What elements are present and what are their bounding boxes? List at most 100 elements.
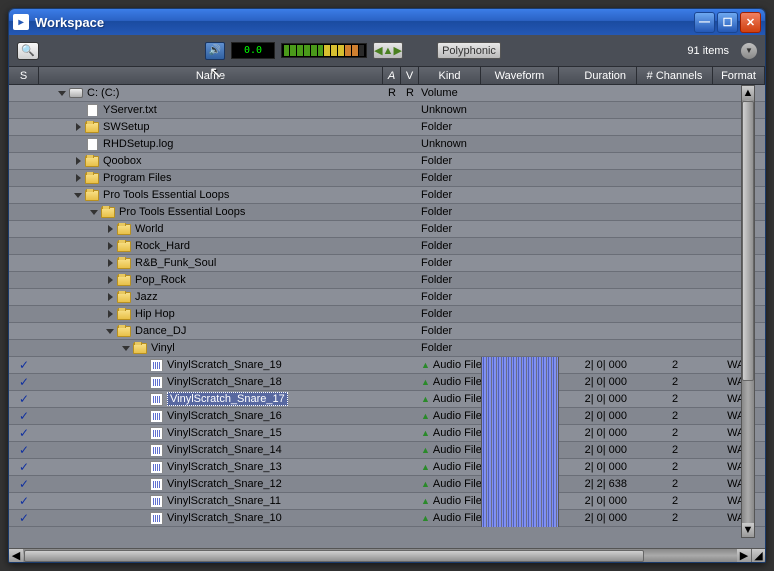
table-row[interactable]: QooboxFolder xyxy=(9,153,765,170)
col-kind[interactable]: Kind xyxy=(419,67,481,84)
scroll-down-button[interactable]: ▼ xyxy=(742,523,754,537)
scroll-up-button[interactable]: ▲ xyxy=(742,86,754,100)
disclosure-triangle[interactable] xyxy=(105,326,115,336)
close-button[interactable]: ✕ xyxy=(740,12,761,33)
minimize-button[interactable]: — xyxy=(694,12,715,33)
row-name-cell[interactable]: VinylScratch_Snare_14 xyxy=(39,444,383,456)
loop-button[interactable]: ◀▲▶ xyxy=(373,42,403,59)
col-v[interactable]: V xyxy=(401,67,419,84)
row-check[interactable]: ✓ xyxy=(9,511,39,525)
table-row[interactable]: SWSetupFolder xyxy=(9,119,765,136)
disclosure-triangle[interactable] xyxy=(105,241,115,251)
disclosure-triangle[interactable] xyxy=(73,156,83,166)
table-row[interactable]: RHDSetup.logUnknown xyxy=(9,136,765,153)
row-waveform[interactable] xyxy=(481,476,559,493)
disclosure-triangle[interactable] xyxy=(73,173,83,183)
row-name-cell[interactable]: Pro Tools Essential Loops xyxy=(39,206,383,218)
table-row[interactable]: ✓VinylScratch_Snare_11▲Audio File🔊2| 0| … xyxy=(9,493,765,510)
disclosure-triangle[interactable] xyxy=(105,275,115,285)
table-row[interactable]: VinylFolder xyxy=(9,340,765,357)
table-row[interactable]: R&B_Funk_SoulFolder xyxy=(9,255,765,272)
row-name-cell[interactable]: Jazz xyxy=(39,291,383,303)
row-waveform[interactable] xyxy=(481,357,559,374)
row-name-cell[interactable]: VinylScratch_Snare_16 xyxy=(39,410,383,422)
table-row[interactable]: Pop_RockFolder xyxy=(9,272,765,289)
row-check[interactable]: ✓ xyxy=(9,494,39,508)
disclosure-triangle[interactable] xyxy=(105,258,115,268)
row-waveform[interactable] xyxy=(481,442,559,459)
table-row[interactable]: WorldFolder xyxy=(9,221,765,238)
row-waveform[interactable] xyxy=(481,374,559,391)
titlebar[interactable]: ▸ Workspace — ☐ ✕ xyxy=(9,9,765,35)
row-waveform[interactable] xyxy=(481,425,559,442)
disclosure-triangle[interactable] xyxy=(105,309,115,319)
row-check[interactable]: ✓ xyxy=(9,358,39,372)
table-row[interactable]: Dance_DJFolder xyxy=(9,323,765,340)
col-a[interactable]: A xyxy=(383,67,401,84)
table-row[interactable]: Pro Tools Essential LoopsFolder xyxy=(9,204,765,221)
disclosure-triangle[interactable] xyxy=(105,292,115,302)
disclosure-triangle[interactable] xyxy=(105,224,115,234)
row-check[interactable]: ✓ xyxy=(9,477,39,491)
row-waveform[interactable] xyxy=(481,391,559,408)
row-name-cell[interactable]: VinylScratch_Snare_12 xyxy=(39,478,383,490)
row-name-cell[interactable]: Rock_Hard xyxy=(39,240,383,252)
resize-grip[interactable]: ◢ xyxy=(751,549,765,563)
table-row[interactable]: ✓VinylScratch_Snare_17▲Audio File🔊2| 0| … xyxy=(9,391,765,408)
disclosure-triangle[interactable] xyxy=(89,207,99,217)
row-a[interactable]: R xyxy=(383,87,401,99)
table-row[interactable]: ✓VinylScratch_Snare_10▲Audio File🔊2| 0| … xyxy=(9,510,765,527)
row-name-cell[interactable]: R&B_Funk_Soul xyxy=(39,257,383,269)
table-row[interactable]: ✓VinylScratch_Snare_15▲Audio File🔊2| 0| … xyxy=(9,425,765,442)
col-duration[interactable]: Duration xyxy=(559,67,637,84)
file-list[interactable]: C: (C:)RRVolumeYServer.txtUnknownSWSetup… xyxy=(9,85,765,548)
row-name-cell[interactable]: Vinyl xyxy=(39,342,383,354)
col-s[interactable]: S xyxy=(9,67,39,84)
table-row[interactable]: YServer.txtUnknown xyxy=(9,102,765,119)
row-name-cell[interactable]: VinylScratch_Snare_18 xyxy=(39,376,383,388)
disclosure-triangle[interactable] xyxy=(57,88,67,98)
col-waveform[interactable]: Waveform xyxy=(481,67,559,84)
row-waveform[interactable] xyxy=(481,510,559,527)
table-row[interactable]: Program FilesFolder xyxy=(9,170,765,187)
row-name-cell[interactable]: Dance_DJ xyxy=(39,325,383,337)
col-channels[interactable]: # Channels xyxy=(637,67,713,84)
row-waveform[interactable] xyxy=(481,408,559,425)
row-v[interactable]: R xyxy=(401,87,419,99)
row-name-cell[interactable]: Qoobox xyxy=(39,155,383,167)
horizontal-scrollbar[interactable]: ◀ ▶ ◢ xyxy=(9,548,765,562)
row-name-cell[interactable]: RHDSetup.log xyxy=(39,138,383,150)
row-check[interactable]: ✓ xyxy=(9,375,39,389)
row-name-cell[interactable]: Pro Tools Essential Loops xyxy=(39,189,383,201)
row-check[interactable]: ✓ xyxy=(9,426,39,440)
scroll-thumb-v[interactable] xyxy=(742,101,754,381)
row-name-cell[interactable]: VinylScratch_Snare_19 xyxy=(39,359,383,371)
row-name-cell[interactable]: Pop_Rock xyxy=(39,274,383,286)
row-name-cell[interactable]: VinylScratch_Snare_10 xyxy=(39,512,383,524)
row-check[interactable]: ✓ xyxy=(9,460,39,474)
table-row[interactable]: C: (C:)RRVolume xyxy=(9,85,765,102)
table-row[interactable]: Hip HopFolder xyxy=(9,306,765,323)
search-button[interactable]: 🔍 xyxy=(17,42,39,60)
row-check[interactable]: ✓ xyxy=(9,409,39,423)
table-row[interactable]: JazzFolder xyxy=(9,289,765,306)
table-row[interactable]: ✓VinylScratch_Snare_13▲Audio File🔊2| 0| … xyxy=(9,459,765,476)
scroll-left-button[interactable]: ◀ xyxy=(9,549,23,563)
browser-menu-button[interactable]: ▼ xyxy=(741,43,757,59)
row-name-cell[interactable]: Program Files xyxy=(39,172,383,184)
row-name-cell[interactable]: YServer.txt xyxy=(39,104,383,116)
preview-audio-button[interactable]: 🔊 xyxy=(205,42,225,60)
scroll-thumb-h[interactable] xyxy=(24,550,644,562)
row-waveform[interactable] xyxy=(481,459,559,476)
table-row[interactable]: ✓VinylScratch_Snare_19▲Audio File🔊2| 0| … xyxy=(9,357,765,374)
maximize-button[interactable]: ☐ xyxy=(717,12,738,33)
table-row[interactable]: Rock_HardFolder xyxy=(9,238,765,255)
row-check[interactable]: ✓ xyxy=(9,392,39,406)
row-name-cell[interactable]: SWSetup xyxy=(39,121,383,133)
scroll-right-button[interactable]: ▶ xyxy=(737,549,751,563)
table-row[interactable]: Pro Tools Essential LoopsFolder xyxy=(9,187,765,204)
row-name-cell[interactable]: VinylScratch_Snare_13 xyxy=(39,461,383,473)
disclosure-triangle[interactable] xyxy=(73,190,83,200)
disclosure-triangle[interactable] xyxy=(73,122,83,132)
row-name-cell[interactable]: C: (C:) xyxy=(39,87,383,99)
